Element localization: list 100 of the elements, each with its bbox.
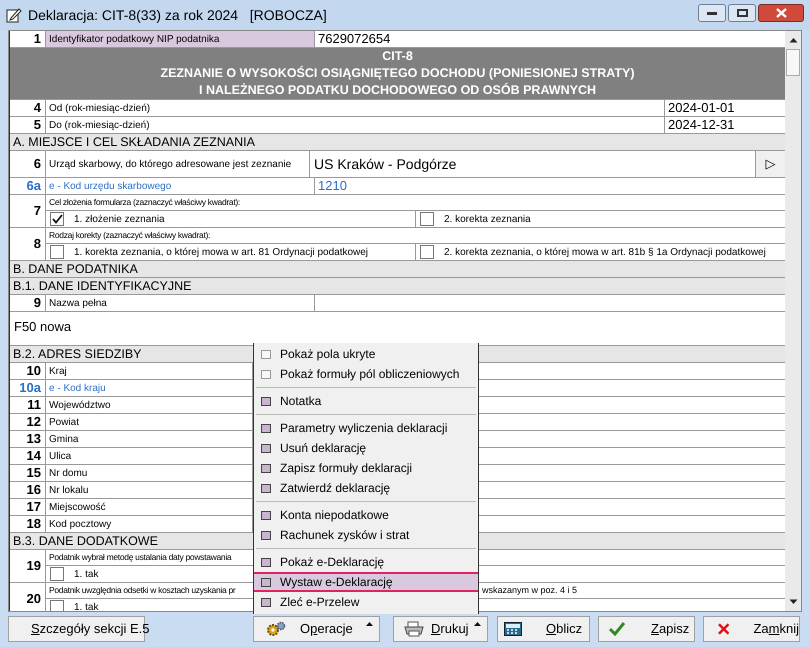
field-number: 4	[34, 99, 41, 118]
section-title: B.3. DANE DODATKOWE	[13, 532, 158, 550]
close-icon	[718, 623, 730, 635]
toolbar-button[interactable]: Oblicz	[497, 616, 590, 642]
field-number: 10a	[19, 379, 41, 398]
field-label: Do (rok-miesiąc-dzień)	[49, 118, 150, 132]
option-label: 1. złożenie zeznania	[74, 212, 165, 226]
square-icon	[261, 578, 271, 586]
field-number: 7	[34, 202, 41, 220]
menu-item[interactable]: Pokaż pola ukryte	[254, 344, 478, 364]
square-icon	[261, 464, 271, 472]
field-label: Nazwa pełna	[49, 296, 107, 310]
square-icon	[261, 396, 271, 406]
close-button[interactable]	[758, 4, 804, 22]
checkbox[interactable]	[420, 212, 434, 226]
field-number: 6	[34, 155, 41, 174]
close-icon	[776, 8, 786, 18]
checkbox[interactable]	[50, 245, 64, 259]
field-number: 16	[26, 481, 41, 500]
menu-item[interactable]: Pokaż formuły pól obliczeniowych	[254, 364, 478, 384]
field-label: e - Kod urzędu skarbowego	[49, 180, 172, 194]
field-label: Urząd skarbowy, do którego adresowane jest zeznanie	[49, 158, 292, 172]
field-value: 1210	[318, 177, 347, 196]
maximize-icon	[736, 9, 748, 17]
option-label: 1. tak	[74, 600, 98, 611]
field-number: 15	[26, 464, 41, 482]
field-label: Kod pocztowy	[49, 518, 112, 532]
field-number: 9	[34, 294, 41, 312]
field-value: US Kraków - Podgórze	[314, 154, 456, 174]
square-icon	[261, 598, 271, 606]
window-title: Deklaracja: CIT-8(33) za rok 2024 [ROBOCZA]	[28, 6, 327, 25]
field-number: 1	[34, 31, 41, 48]
field-number: 20	[26, 590, 41, 608]
header-title: ZEZNANIE O WYSOKOŚCI OSIĄGNIĘTEGO DOCHODU (PONIESIONEJ STRATY)	[160, 65, 635, 82]
field-value: F50 nowa	[14, 319, 72, 334]
option-label: 1. korekta zeznania, o której mowa w art. 81 Ordynacji podatkowej	[74, 246, 368, 260]
maximize-button[interactable]	[728, 4, 756, 22]
field-label: Cel złożenia formularza (zaznaczyć właściwy kwadrat):	[49, 196, 240, 209]
menu-item[interactable]: Zapisz formuły deklaracji	[254, 458, 478, 478]
section-title: B.1. DANE IDENTYFIKACYJNE	[13, 278, 192, 295]
menu-item[interactable]: Usuń deklarację	[254, 438, 478, 458]
menu-item[interactable]: Zleć e-Przelew	[254, 592, 478, 612]
menu-item[interactable]: Wystaw e-Deklarację	[254, 572, 478, 592]
scroll-down-icon[interactable]	[788, 599, 798, 605]
field-label: Kraj	[49, 364, 67, 378]
field-number: 19	[26, 557, 41, 576]
field-label: Podatnik uwzględnia odsetki w kosztach uzyskania pr	[49, 584, 236, 597]
field-number: 14	[26, 447, 41, 466]
field-number: 13	[26, 430, 41, 448]
square-icon	[261, 484, 271, 492]
field-label: Ulica	[49, 450, 72, 464]
square-icon	[261, 510, 271, 520]
option-label: 1. tak	[74, 568, 98, 582]
field-label: Identyfikator podatkowy NIP podatnika	[49, 32, 220, 46]
calculator-icon	[504, 622, 522, 636]
toolbar-button[interactable]: Operacje	[253, 616, 380, 642]
document-icon	[6, 7, 22, 23]
field-label: Miejscowość	[49, 500, 106, 514]
checkbox[interactable]	[50, 212, 64, 226]
printer-icon	[403, 621, 425, 637]
section-title: A. MIEJSCE I CEL SKŁADANIA ZEZNANIA	[13, 134, 255, 151]
square-icon	[261, 530, 271, 540]
checkbox[interactable]	[420, 245, 434, 259]
checkbox[interactable]	[50, 600, 64, 611]
field-label: Gmina	[49, 432, 78, 446]
toolbar-button[interactable]: Drukuj	[393, 616, 488, 642]
menu-item[interactable]: Notatka	[254, 391, 478, 411]
menu-item[interactable]: Zatwierdź deklarację	[254, 478, 478, 498]
caret-icon	[474, 622, 481, 626]
select-button[interactable]: ▷	[755, 151, 785, 177]
scroll-thumb[interactable]	[786, 49, 800, 76]
field-value: 2024-12-31	[668, 116, 734, 134]
caret-icon	[366, 622, 373, 626]
option-label: 2. korekta zeznania, o której mowa w art. 81b § 1a Ordynacji podatkowej	[444, 246, 766, 260]
menu-item[interactable]: Pokaż e-Deklarację	[254, 552, 478, 572]
field-label: Podatnik wybrał metodę ustalania daty powstawania	[49, 551, 232, 564]
field-label: Powiat	[49, 416, 80, 430]
header-title: I NALEŻNEGO PODATKU DOCHODOWEGO OD OSÓB PRAWNYCH	[199, 82, 596, 99]
field-value: 2024-01-01	[668, 99, 734, 118]
menu-item[interactable]: Rachunek zysków i strat	[254, 525, 478, 545]
field-label: wskazanym w poz. 4 i 5	[482, 584, 578, 597]
field-label: Od (rok-miesiąc-dzień)	[49, 102, 150, 116]
toolbar-button[interactable]: Zapisz	[598, 616, 695, 642]
menu-item[interactable]: Parametry wyliczenia deklaracji	[254, 418, 478, 438]
scrollbar[interactable]	[785, 31, 801, 611]
section-title: B. DANE PODATNIKA	[13, 260, 138, 278]
checkbox[interactable]	[50, 567, 64, 581]
square-icon	[261, 424, 271, 432]
field-label: Województwo	[49, 398, 111, 412]
checkbox-icon	[261, 370, 271, 378]
field-label: e - Kod kraju	[49, 382, 106, 396]
menu-item[interactable]: Konta niepodatkowe	[254, 505, 478, 525]
header-title: CIT-8	[382, 48, 413, 65]
toolbar-button[interactable]: Zamknij	[703, 616, 800, 642]
scroll-up-icon[interactable]	[788, 37, 798, 43]
field-number: 10	[26, 362, 41, 380]
checkbox-icon	[261, 350, 271, 358]
minimize-button[interactable]	[698, 4, 726, 22]
field-label: Rodzaj korekty (zaznaczyć właściwy kwadrat):	[49, 229, 210, 242]
minimize-icon	[707, 12, 717, 14]
